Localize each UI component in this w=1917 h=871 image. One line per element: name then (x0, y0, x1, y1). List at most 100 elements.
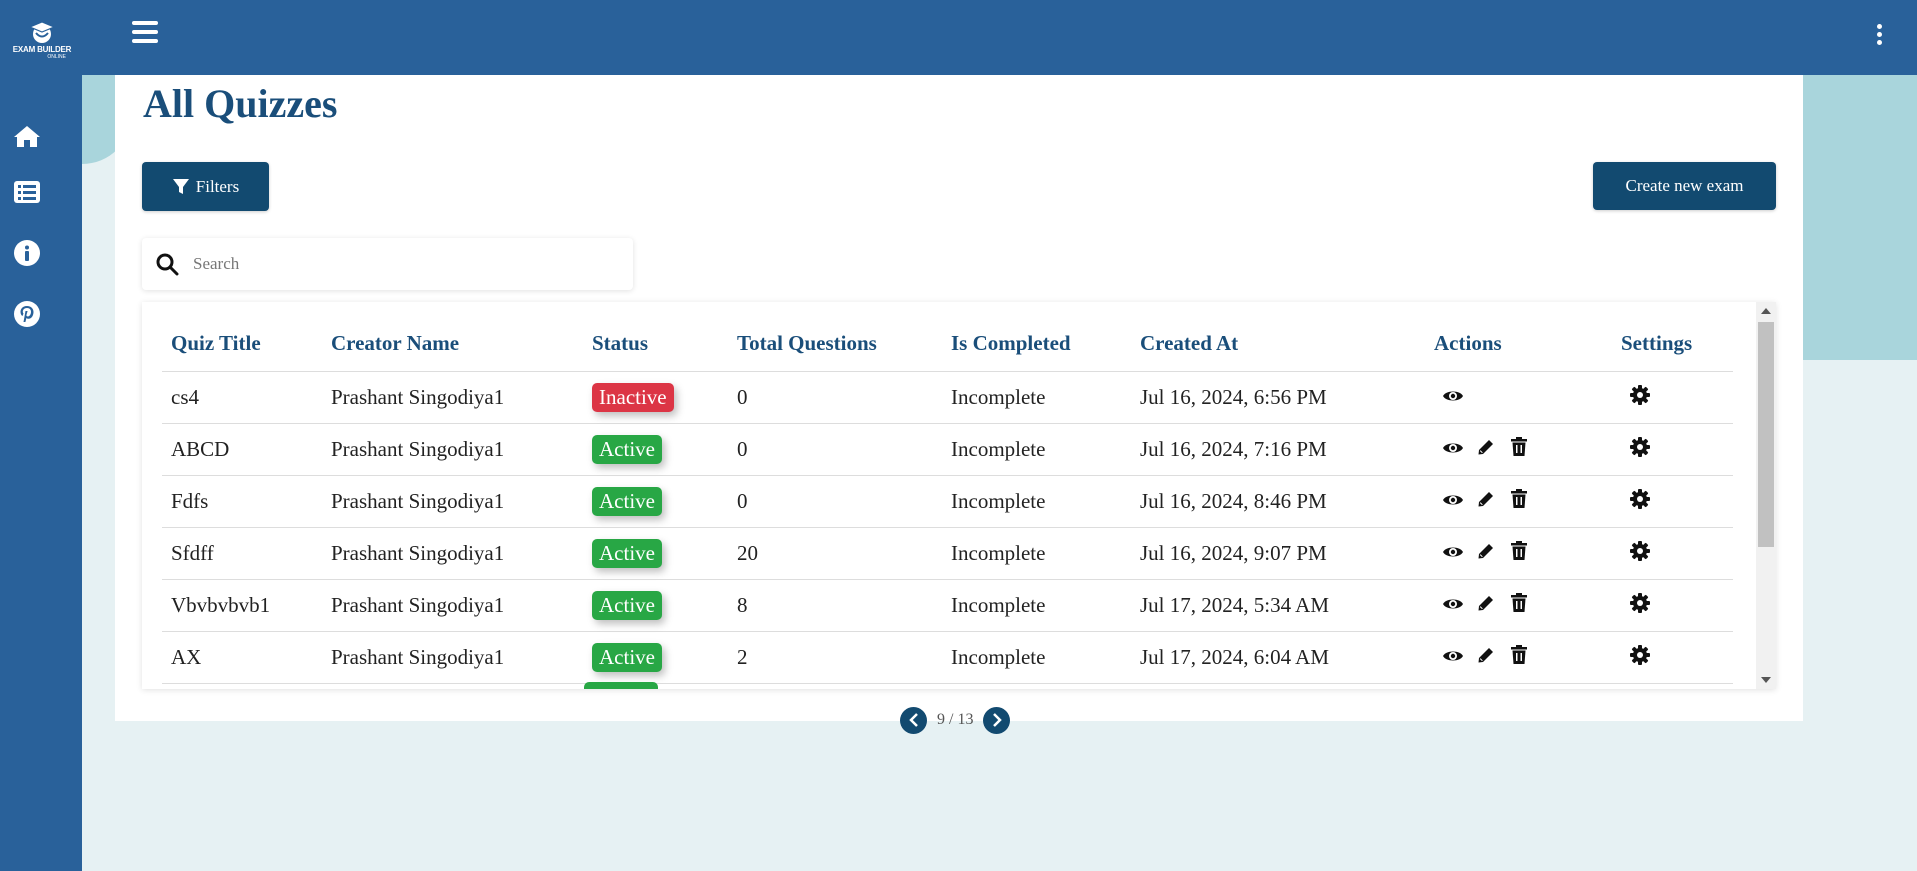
is-completed-cell: Incomplete (942, 579, 1131, 632)
actions-cell (1425, 631, 1612, 684)
table-row[interactable]: Fdfs Prashant Singodiya1 Active 0 Incomplete… (162, 475, 1733, 528)
column-header[interactable]: Creator Name (322, 317, 583, 372)
settings-button[interactable] (1629, 436, 1651, 458)
view-button[interactable] (1442, 593, 1464, 615)
delete-button[interactable] (1508, 644, 1530, 666)
kebab-dot (1876, 32, 1882, 37)
sidebar-item-list[interactable] (13, 178, 41, 206)
kebab-dot (1876, 24, 1882, 29)
created-at-cell: Jul 17, 2024, 5:34 AM (1131, 579, 1425, 632)
scroll-up-arrow[interactable] (1761, 308, 1771, 314)
table-row[interactable]: ABCD Prashant Singodiya1 Active 0 Incomplete… (162, 423, 1733, 476)
trash-icon (1511, 541, 1527, 561)
hamburger-line (132, 21, 158, 25)
trash-icon (1511, 437, 1527, 457)
trash-icon (1511, 489, 1527, 509)
created-at-cell: Jul 16, 2024, 8:46 PM (1131, 475, 1425, 528)
table-row[interactable]: AX Prashant Singodiya1 Active 2 Incomplete Ju… (162, 631, 1733, 684)
view-button[interactable] (1442, 489, 1464, 511)
logo-subtext: ONLINE (47, 54, 66, 60)
settings-button[interactable] (1629, 540, 1651, 562)
sidebar-item-pinterest[interactable] (13, 300, 41, 328)
previous-page-button[interactable] (900, 706, 927, 734)
kebab-dot (1876, 40, 1882, 45)
gear-icon (1630, 592, 1650, 613)
eye-icon (1443, 651, 1463, 661)
table-row[interactable]: Sfdff Prashant Singodiya1 Active 20 Incomple… (162, 527, 1733, 580)
column-header[interactable]: Total Questions (728, 317, 942, 372)
status-cell: Active (583, 423, 728, 476)
gear-icon (1630, 488, 1650, 509)
gear-icon (1630, 540, 1650, 561)
view-button[interactable] (1442, 645, 1464, 667)
status-badge[interactable]: Active (592, 538, 662, 568)
eye-icon (1443, 547, 1463, 557)
delete-button[interactable] (1508, 488, 1530, 510)
delete-button[interactable] (1508, 436, 1530, 458)
scroll-thumb[interactable] (1758, 322, 1774, 547)
next-page-button[interactable] (983, 706, 1011, 734)
view-button[interactable] (1442, 541, 1464, 563)
column-header[interactable]: Status (583, 317, 728, 372)
column-header[interactable]: Created At (1131, 317, 1425, 372)
quiz-title-cell: Vbvbvbvb1 (162, 579, 322, 632)
creator-name-cell: Prashant Singodiya1 (322, 631, 583, 684)
settings-cell (1612, 371, 1733, 424)
created-at-cell: Jul 16, 2024, 6:56 PM (1131, 371, 1425, 424)
filters-button[interactable]: Filters (142, 162, 269, 211)
app-logo[interactable]: EXAM BUILDER ONLINE (12, 20, 72, 70)
trash-icon (1511, 645, 1527, 665)
eye-icon (1443, 599, 1463, 609)
scroll-down-arrow[interactable] (1761, 677, 1771, 683)
status-cell: Active (583, 527, 728, 580)
table-row[interactable]: Vbvbvbvb1 Prashant Singodiya1 Active 8 Incom… (162, 579, 1733, 632)
status-badge[interactable]: Active (592, 434, 662, 464)
sidebar: EXAM BUILDER ONLINE (0, 0, 82, 871)
total-questions-cell: 2 (728, 631, 942, 684)
edit-button[interactable] (1475, 644, 1497, 666)
gear-icon (1630, 644, 1650, 665)
create-new-exam-button[interactable]: Create new exam (1593, 162, 1776, 210)
settings-button[interactable] (1629, 644, 1651, 666)
filter-icon (172, 178, 189, 194)
more-options-button[interactable] (1875, 24, 1883, 48)
is-completed-cell: Incomplete (942, 475, 1131, 528)
delete-button[interactable] (1508, 592, 1530, 614)
pencil-icon (1478, 596, 1493, 611)
table-header-row: Quiz Title Creator Name Status Total Que… (162, 317, 1733, 372)
view-button[interactable] (1442, 385, 1464, 407)
trash-icon (1511, 593, 1527, 613)
settings-button[interactable] (1629, 592, 1651, 614)
actions-cell (1425, 423, 1612, 476)
search-icon (156, 253, 179, 276)
page-indicator: 9 / 13 (937, 711, 974, 728)
pinterest-icon (14, 301, 40, 327)
status-badge[interactable]: Active (592, 486, 662, 516)
table-body: cs4 Prashant Singodiya1 Inactive 0 Incomplet… (162, 371, 1733, 684)
created-at-cell: Jul 16, 2024, 7:16 PM (1131, 423, 1425, 476)
view-button[interactable] (1442, 437, 1464, 459)
column-header[interactable]: Is Completed (942, 317, 1131, 372)
search-input[interactable] (193, 254, 593, 274)
sidebar-item-info[interactable] (13, 239, 41, 267)
edit-button[interactable] (1475, 488, 1497, 510)
home-icon (14, 126, 40, 147)
hamburger-line (132, 30, 158, 34)
delete-button[interactable] (1508, 540, 1530, 562)
status-badge[interactable]: Active (592, 642, 662, 672)
settings-button[interactable] (1629, 488, 1651, 510)
settings-button[interactable] (1629, 384, 1651, 406)
graduation-cap-icon (29, 21, 55, 43)
status-badge[interactable]: Inactive (592, 382, 674, 412)
sidebar-item-home[interactable] (13, 122, 41, 150)
edit-button[interactable] (1475, 540, 1497, 562)
actions-cell (1425, 475, 1612, 528)
edit-button[interactable] (1475, 436, 1497, 458)
quiz-title-cell: Fdfs (162, 475, 322, 528)
column-header[interactable]: Quiz Title (162, 317, 322, 372)
menu-toggle-button[interactable] (132, 21, 158, 43)
table-row[interactable]: cs4 Prashant Singodiya1 Inactive 0 Incomplet… (162, 371, 1733, 424)
edit-button[interactable] (1475, 592, 1497, 614)
table-scrollbar[interactable] (1756, 302, 1776, 689)
status-badge[interactable]: Active (592, 590, 662, 620)
